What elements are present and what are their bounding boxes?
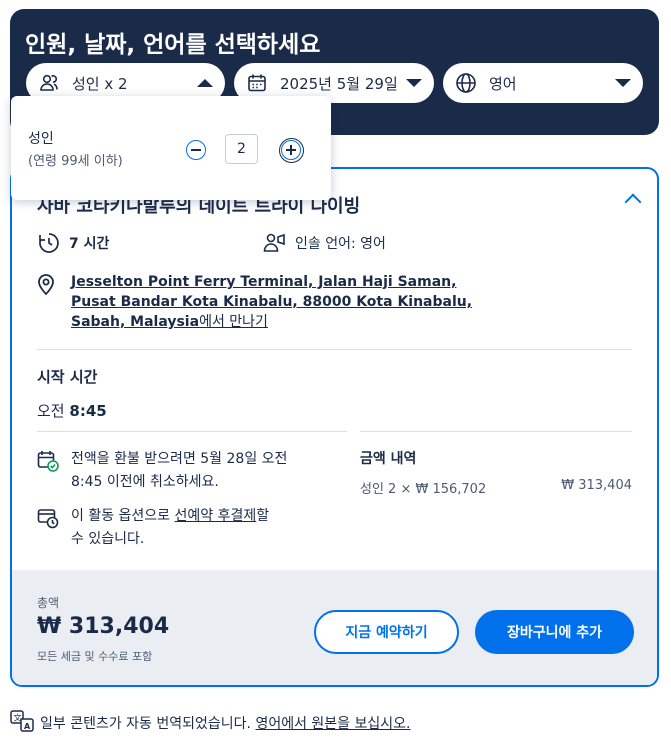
adult-count[interactable]: 2 [225,134,258,164]
adult-label: 성인 [28,131,54,147]
participants-value: 성인 x 2 [72,74,128,93]
increase-adults-button[interactable] [279,138,304,163]
guide-language-row: 인솔 언어: 영어 [263,231,386,255]
start-time-clock: 8:45 [69,402,107,420]
start-time-prefix: 오전 [37,402,65,420]
decrease-adults-button[interactable] [186,140,206,160]
svg-text:A: A [24,722,31,731]
translation-notice: 文 A 일부 콘텐츠가 자동 번역되었습니다. 영어에서 원본을 보십시오. [10,710,410,736]
chevron-up-icon [197,79,213,87]
chevron-down-icon [615,79,631,87]
view-original-link[interactable]: 영어에서 원본을 보십시오. [255,713,410,733]
book-now-button[interactable]: 지금 예약하기 [314,610,459,654]
guide-language-value: 인솔 언어: 영어 [295,236,386,252]
total-note: 모든 세금 및 수수료 포함 [37,650,153,663]
address-line-3[interactable]: Sabah, Malaysia [71,314,199,330]
divider [37,349,632,350]
total-label: 총액 [37,596,60,610]
minus-icon [191,149,201,151]
meeting-address[interactable]: Jesselton Point Ferry Terminal, Jalan Ha… [71,272,472,332]
translation-notice-text: 일부 콘텐츠가 자동 번역되었습니다. [40,716,251,732]
reserve-line-2: 수 있습니다. [71,531,145,547]
price-breakdown-subtotal: ₩ 313,404 [561,478,632,493]
reserve-now-pay-later: 이 활동 옵션으로 선예약 후결제할 수 있습니다. [37,505,269,551]
language-selector[interactable]: 영어 [443,63,643,103]
people-icon [38,72,60,94]
start-time-label: 시작 시간 [37,368,98,386]
duration-row: 7 시간 [37,231,109,255]
reserve-prefix: 이 활동 옵션으로 [71,508,171,524]
card-footer: 총액 ₩ 313,404 모든 세금 및 수수료 포함 지금 예약하기 장바구니… [12,570,657,685]
divider [360,431,632,432]
date-value: 2025년 5월 29일 [280,74,398,93]
reserve-suffix: 할 [256,508,270,524]
start-time-value: 오전 8:45 [37,400,107,421]
address-line-2[interactable]: Pusat Bandar Kota Kinabalu, 88000 Kota K… [71,292,472,312]
calendar-icon [246,72,268,94]
guide-icon [263,231,287,255]
translate-icon: 文 A [10,710,34,736]
chevron-down-icon [406,79,422,87]
free-cancellation: 전액을 환불 받으려면 5월 28일 오전 8:45 이전에 취소하세요. [37,448,287,494]
calendar-check-icon [37,448,61,494]
total-amount: ₩ 313,404 [37,614,170,639]
language-value: 영어 [489,74,517,93]
clock-icon [37,231,61,255]
address-line-1[interactable]: Jesselton Point Ferry Terminal, Jalan Ha… [71,272,472,292]
cancel-line-1: 전액을 환불 받으려면 5월 28일 오전 [71,451,288,467]
adult-age-note: (연령 99세 이하) [28,154,123,169]
divider [37,431,347,432]
collapse-chevron-icon[interactable] [624,193,642,211]
add-to-cart-button[interactable]: 장바구니에 추가 [475,610,634,654]
globe-icon [455,72,477,94]
price-breakdown-row: 성인 2 × ₩ 156,702 ₩ 313,404 [360,478,632,497]
price-breakdown-label: 성인 2 × ₩ 156,702 [360,482,487,497]
location-pin-icon [37,272,59,332]
meeting-point: Jesselton Point Ferry Terminal, Jalan Ha… [37,272,472,332]
price-breakdown-heading: 금액 내역 [360,451,417,467]
header-title: 인원, 날짜, 언어를 선택하세요 [25,32,321,58]
participants-popover: 성인 (연령 99세 이하) 2 [11,96,331,200]
duration-value: 7 시간 [69,236,110,252]
reserve-later-link[interactable]: 선예약 후결제 [175,508,257,524]
activity-option-card: 사바 코타키나발루의 데이트 트라이 다이빙 7 시간 인솔 언어: 영어 Je… [10,167,659,687]
plus-icon-vertical [290,145,292,155]
meeting-suffix[interactable]: 에서 만나기 [199,314,268,330]
cancel-line-2: 8:45 이전에 취소하세요. [71,474,219,490]
card-clock-icon [37,505,61,551]
